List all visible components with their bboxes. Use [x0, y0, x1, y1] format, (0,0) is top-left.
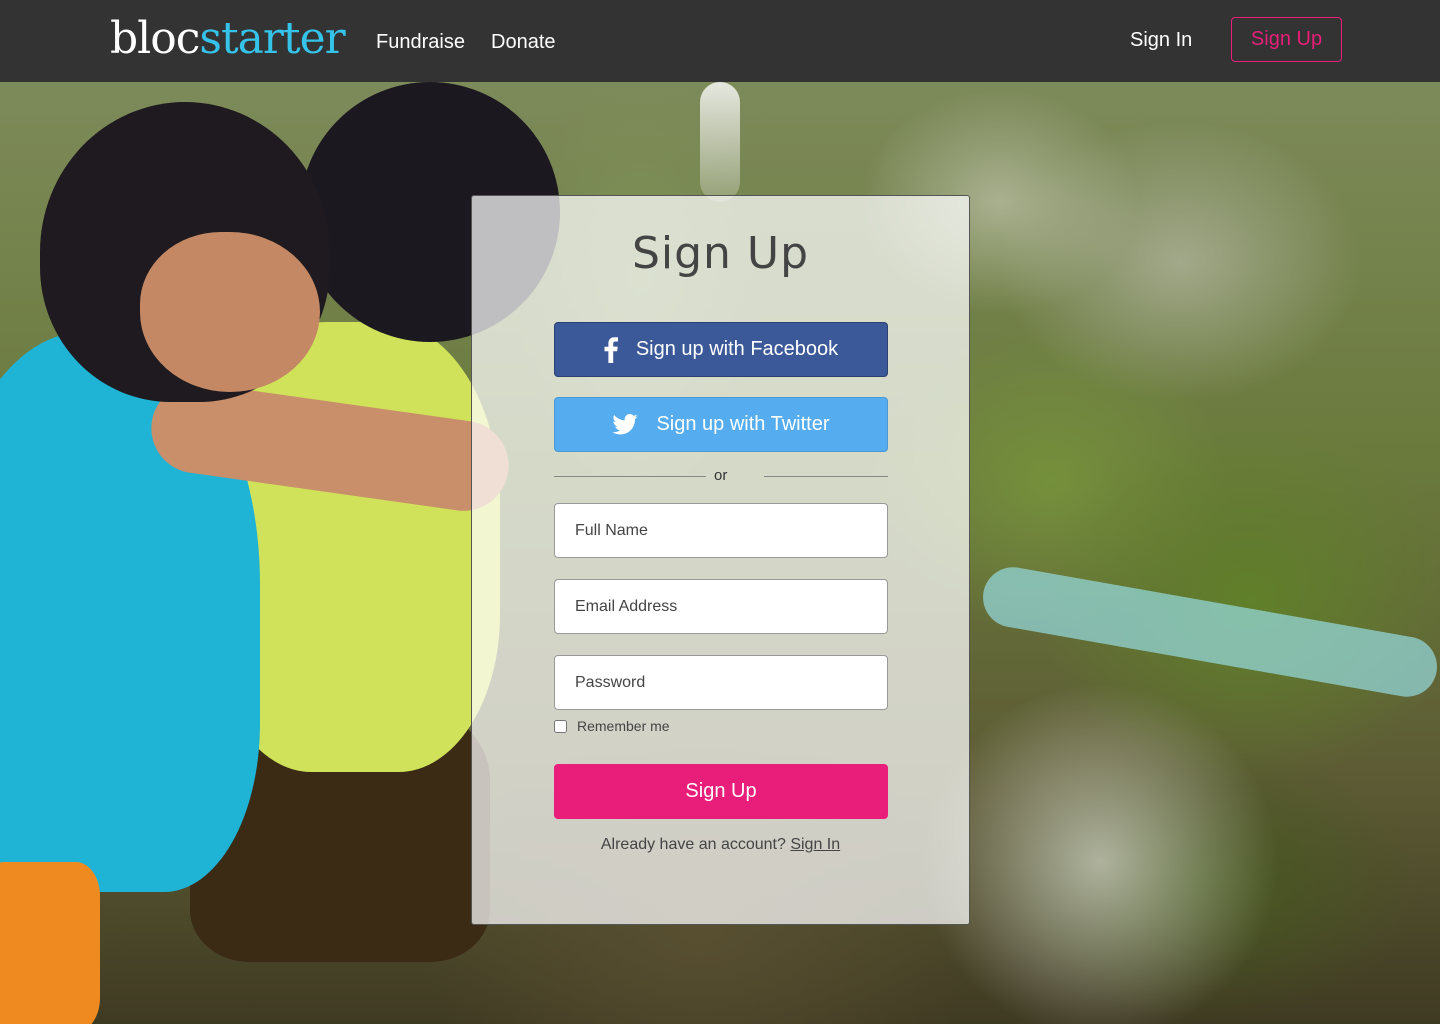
photo-shape [920, 682, 1280, 1024]
email-address-input[interactable] [554, 579, 888, 634]
remember-me-label: Remember me [577, 718, 670, 734]
already-have-account-text: Already have an account? Sign In [472, 836, 969, 854]
remember-me-row[interactable]: Remember me [554, 718, 670, 734]
divider-line [764, 476, 888, 477]
password-input[interactable] [554, 655, 888, 710]
sign-up-title: Sign Up [631, 228, 810, 279]
sign-up-submit-button[interactable]: Sign Up [554, 764, 888, 819]
sign-up-card: Sign Up Sign up with Facebook Sign up wi… [471, 195, 970, 925]
or-divider: or [554, 467, 888, 484]
photo-shape [978, 562, 1440, 702]
twitter-sign-up-button[interactable]: Sign up with Twitter [554, 397, 888, 452]
top-navbar: blocstarter Fundraise Donate Sign In Sig… [0, 0, 1440, 82]
photo-shape [0, 862, 100, 1024]
twitter-button-label: Sign up with Twitter [656, 413, 830, 435]
photo-shape [140, 232, 320, 392]
account-prompt: Already have an account? [600, 836, 786, 853]
divider-line [554, 476, 706, 477]
logo-text-starter: starter [199, 13, 345, 64]
facebook-button-label: Sign up with Facebook [635, 338, 839, 360]
nav-sign-in-link[interactable]: Sign In [1130, 28, 1192, 52]
divider-or-text: or [714, 467, 728, 484]
nav-fundraise-link[interactable]: Fundraise [376, 30, 465, 54]
nav-sign-up-button[interactable]: Sign Up [1231, 17, 1342, 62]
twitter-icon [612, 414, 639, 435]
logo-text-bloc: bloc [110, 13, 200, 64]
full-name-input[interactable] [554, 503, 888, 558]
nav-donate-link[interactable]: Donate [491, 30, 556, 54]
facebook-icon [604, 336, 618, 363]
photo-shape [700, 82, 740, 202]
facebook-sign-up-button[interactable]: Sign up with Facebook [554, 322, 888, 377]
sign-in-link[interactable]: Sign In [790, 836, 840, 853]
blocstarter-logo[interactable]: blocstarter [110, 12, 346, 66]
remember-me-checkbox[interactable] [554, 719, 567, 733]
